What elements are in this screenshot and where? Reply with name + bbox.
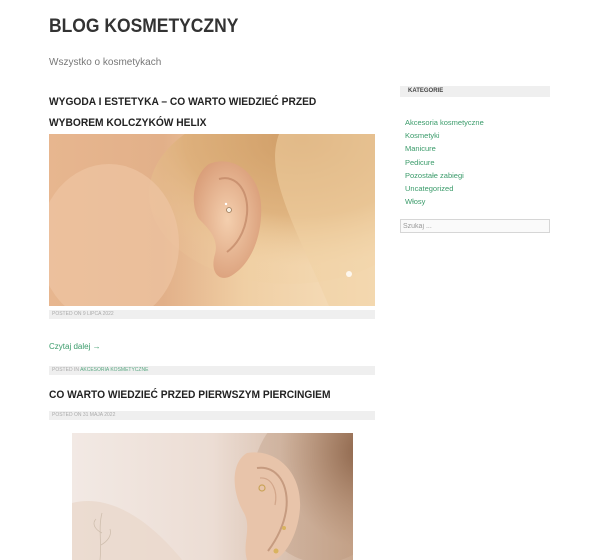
category-item: Pedicure xyxy=(405,156,484,169)
posted-in-label: POSTED IN xyxy=(52,367,81,373)
category-item: Manicure xyxy=(405,142,484,155)
ear-photo-helix xyxy=(49,134,375,306)
post-meta: POSTED ON 31 MAJA 2022 xyxy=(49,411,375,420)
category-link-pedicure[interactable]: Pedicure xyxy=(405,158,435,167)
category-item: Włosy xyxy=(405,195,484,208)
site-description: Wszystko o kosmetykach xyxy=(49,57,162,68)
post-featured-image[interactable] xyxy=(49,134,375,306)
ear-photo-piercings xyxy=(72,433,353,560)
category-link-pozostale-zabiegi[interactable]: Pozostałe zabiegi xyxy=(405,171,464,180)
site-title[interactable]: BLOG KOSMETYCZNY xyxy=(49,16,238,38)
post-title[interactable]: CO WARTO WIEDZIEĆ PRZED PIERWSZYM PIERCI… xyxy=(49,385,356,427)
categories-list: Akcesoria kosmetyczne Kosmetyki Manicure… xyxy=(405,116,484,208)
category-item: Uncategorized xyxy=(405,182,484,195)
search-input[interactable] xyxy=(400,219,550,233)
category-link-akcesoria-kosmetyczne[interactable]: Akcesoria kosmetyczne xyxy=(405,118,484,127)
category-link-manicure[interactable]: Manicure xyxy=(405,144,436,153)
post-meta: POSTED ON 9 LIPCA 2022 xyxy=(49,310,375,319)
category-item: Akcesoria kosmetyczne xyxy=(405,116,484,129)
read-more-link[interactable]: Czytaj dalej → xyxy=(49,342,101,351)
post-category-link[interactable]: AKCESORIA KOSMETYCZNE xyxy=(80,367,148,373)
category-item: Kosmetyki xyxy=(405,129,484,142)
category-item: Pozostałe zabiegi xyxy=(405,169,484,182)
post-featured-image[interactable] xyxy=(72,433,353,560)
category-link-uncategorized[interactable]: Uncategorized xyxy=(405,184,453,193)
categories-widget-title: KATEGORIE xyxy=(400,86,550,97)
category-link-kosmetyki[interactable]: Kosmetyki xyxy=(405,131,440,140)
post-footer-meta: POSTED IN AKCESORIA KOSMETYCZNE xyxy=(49,366,375,375)
post-title[interactable]: WYGODA I ESTETYKA – CO WARTO WIEDZIEĆ PR… xyxy=(49,92,356,134)
category-link-wlosy[interactable]: Włosy xyxy=(405,197,425,206)
